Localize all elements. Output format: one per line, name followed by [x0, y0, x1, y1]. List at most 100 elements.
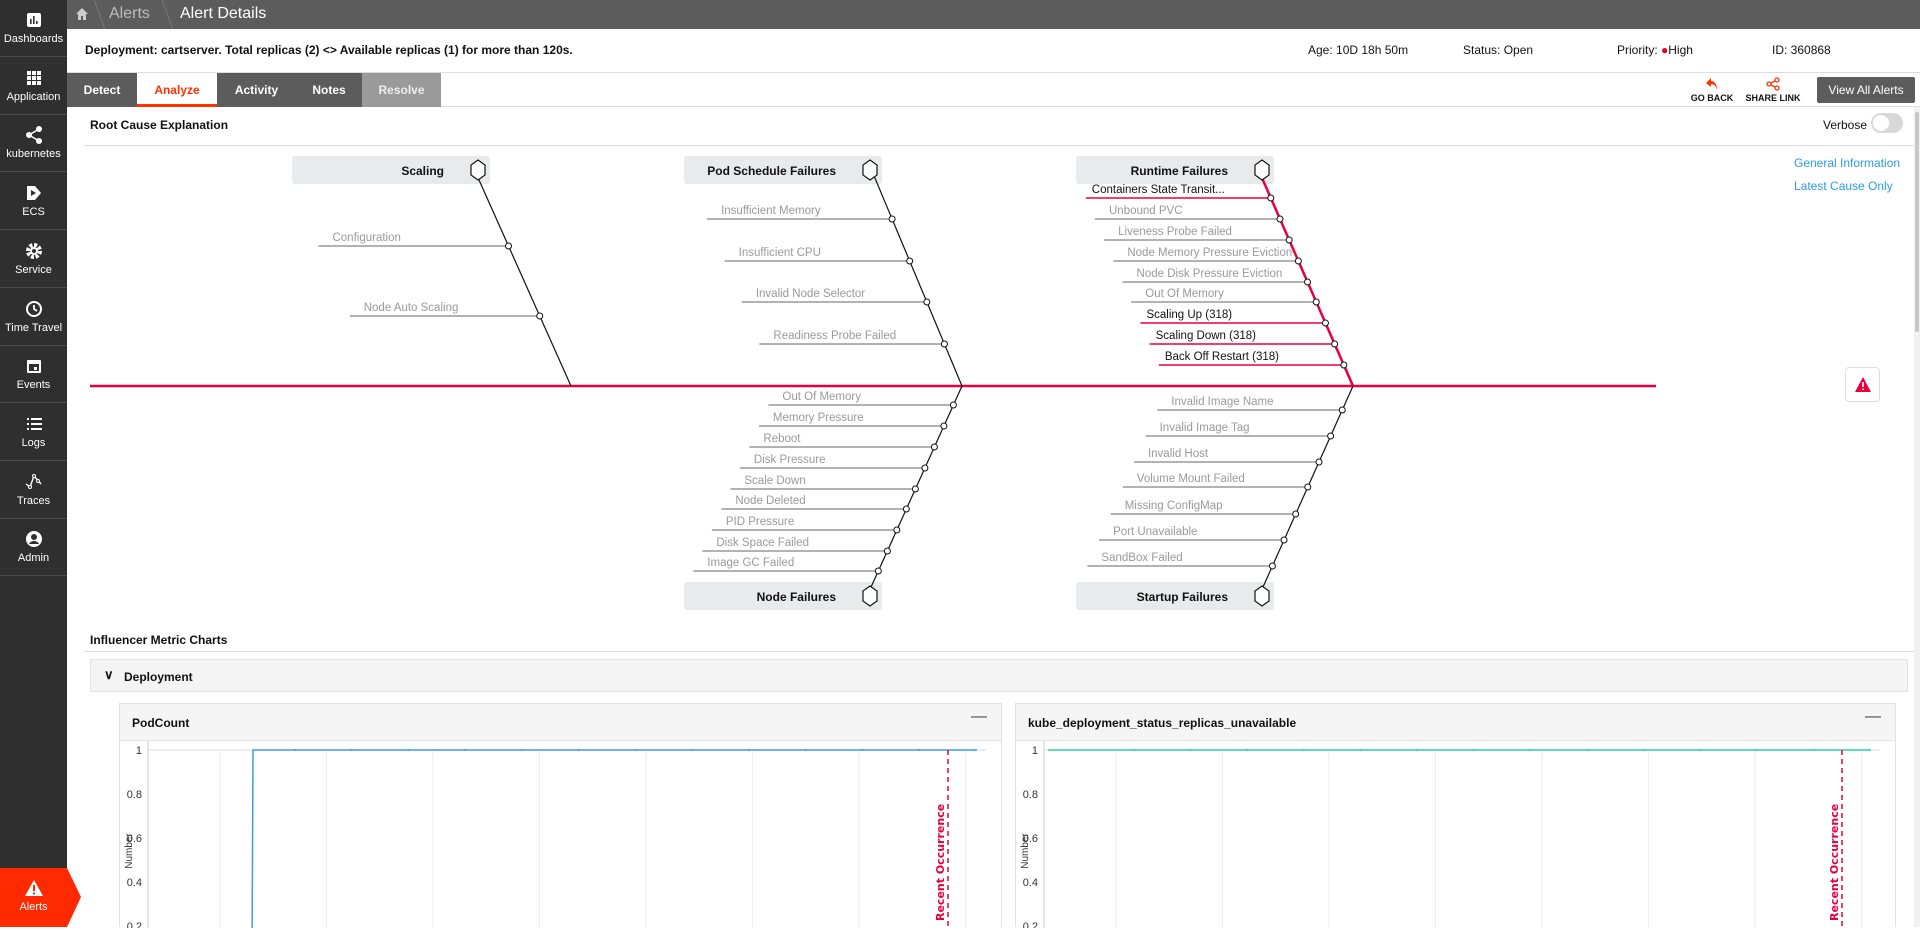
- chart-header: PodCount —: [120, 704, 1001, 741]
- minimize-icon[interactable]: —: [1865, 708, 1881, 726]
- cause-label: Image GC Failed: [707, 557, 794, 569]
- cause-label: Disk Pressure: [754, 454, 826, 466]
- category-bone: [474, 170, 572, 387]
- cause-label: Containers State Transit...: [1092, 184, 1225, 196]
- cause-item[interactable]: Memory Pressure: [758, 412, 948, 430]
- cause-item[interactable]: Invalid Host: [1133, 448, 1323, 466]
- data-point: [1472, 749, 1475, 751]
- cause-label: Out Of Memory: [1145, 288, 1224, 300]
- data-point: [1755, 749, 1758, 751]
- data-point: [1529, 749, 1532, 751]
- cause-node: [902, 505, 910, 513]
- category-title: Scaling: [401, 164, 444, 178]
- cause-label: Scale Down: [744, 475, 805, 487]
- sidebar-item-label: Alerts: [19, 901, 48, 913]
- cause-label: Invalid Image Tag: [1160, 422, 1250, 434]
- cause-node: [1338, 406, 1346, 414]
- cause-item[interactable]: Liveness Probe Failed: [1104, 226, 1293, 244]
- y-tick-label: 0.4: [1023, 877, 1038, 889]
- cause-item[interactable]: Invalid Node Selector: [741, 288, 931, 306]
- cause-item[interactable]: Disk Space Failed: [702, 537, 891, 555]
- warning-icon: [24, 880, 43, 896]
- divider: [84, 651, 1914, 652]
- y-tick-label: 0.4: [127, 877, 142, 889]
- cause-item[interactable]: Node Auto Scaling: [349, 302, 544, 320]
- cause-item[interactable]: Node Deleted: [721, 495, 910, 513]
- category-startup: Startup Failures Invalid Image Name Invali…: [1076, 385, 1354, 610]
- cause-label: Port Unavailable: [1113, 526, 1197, 538]
- cause-item[interactable]: Invalid Image Name: [1157, 396, 1346, 414]
- y-axis-label: Number: [124, 833, 135, 869]
- cause-item[interactable]: Configuration: [318, 232, 512, 250]
- cause-item[interactable]: Disk Pressure: [739, 454, 929, 472]
- data-point: [1416, 749, 1419, 751]
- data-point: [634, 749, 637, 751]
- minimize-icon[interactable]: —: [971, 708, 987, 726]
- category-pod-schedule: Pod Schedule Failures Insufficient Memory…: [684, 156, 963, 387]
- cause-item[interactable]: Insufficient CPU: [724, 247, 914, 265]
- cause-node: [1340, 361, 1348, 369]
- cause-item[interactable]: Scale Down: [730, 475, 919, 493]
- cause-label: Missing ConfigMap: [1125, 500, 1223, 512]
- cause-node: [1304, 483, 1312, 491]
- chart-title: kube_deployment_status_replicas_unavaila…: [1028, 716, 1297, 730]
- y-tick-label: 0.8: [1023, 789, 1038, 801]
- data-point: [577, 749, 580, 751]
- cause-item[interactable]: Volume Mount Failed: [1122, 473, 1312, 491]
- hexagon-icon[interactable]: [862, 159, 878, 181]
- data-point: [1189, 749, 1192, 751]
- cause-item[interactable]: Scaling Up (318): [1140, 309, 1329, 327]
- hexagon-icon[interactable]: [1254, 585, 1270, 607]
- cause-node: [1292, 510, 1300, 518]
- cause-item[interactable]: Out Of Memory: [768, 391, 957, 409]
- data-point: [1869, 749, 1871, 751]
- chart-title: PodCount: [132, 716, 190, 730]
- cause-item[interactable]: Image GC Failed: [693, 557, 882, 575]
- cause-item[interactable]: PID Pressure: [711, 516, 901, 534]
- cause-label: Node Memory Pressure Eviction: [1127, 247, 1292, 259]
- cause-item[interactable]: Containers State Transit...: [1085, 184, 1275, 202]
- cause-item[interactable]: Missing ConfigMap: [1110, 500, 1300, 518]
- cause-item[interactable]: Unbound PVC: [1094, 205, 1284, 223]
- data-point: [1302, 749, 1305, 751]
- cause-item[interactable]: SandBox Failed: [1087, 552, 1276, 570]
- data-point: [1585, 749, 1588, 751]
- cause-item[interactable]: Port Unavailable: [1099, 526, 1288, 544]
- cause-item[interactable]: Node Memory Pressure Eviction: [1113, 247, 1302, 265]
- hexagon-icon[interactable]: [470, 159, 486, 181]
- sidebar-item-alerts[interactable]: Alerts: [0, 868, 81, 927]
- data-point: [1699, 749, 1702, 751]
- cause-label: Insufficient CPU: [739, 247, 821, 259]
- cause-item[interactable]: Reboot: [749, 433, 938, 451]
- series-line: [251, 749, 976, 933]
- scrollbar[interactable]: [1914, 107, 1920, 927]
- data-point: [293, 749, 296, 751]
- chevron-down-icon: ∨: [104, 667, 114, 682]
- y-axis-label: Number: [1020, 833, 1031, 869]
- scrollbar-thumb[interactable]: [1915, 112, 1919, 332]
- cause-node: [906, 257, 914, 265]
- data-point: [407, 749, 410, 751]
- hexagon-icon[interactable]: [862, 585, 878, 607]
- replicas-unavailable-chart: 10.80.60.40.2Number Recent Occurrence: [1020, 741, 1880, 933]
- cause-item[interactable]: Insufficient Memory: [707, 205, 896, 223]
- cause-item[interactable]: Readiness Probe Failed: [759, 330, 948, 348]
- cause-item[interactable]: Node Disk Pressure Eviction: [1122, 268, 1312, 286]
- deployment-group-header[interactable]: ∨ Deployment: [90, 659, 1908, 692]
- data-point: [1246, 749, 1249, 751]
- hexagon-icon[interactable]: [1254, 159, 1270, 181]
- cause-item[interactable]: Out Of Memory: [1131, 288, 1320, 306]
- cause-item[interactable]: Back Off Restart (318): [1158, 351, 1348, 369]
- cause-item[interactable]: Invalid Image Tag: [1145, 422, 1335, 440]
- deployment-group-label: Deployment: [124, 670, 193, 684]
- cause-label: Configuration: [332, 232, 400, 244]
- cause-item[interactable]: Scaling Down (318): [1149, 330, 1339, 348]
- cause-node: [921, 464, 929, 472]
- data-point: [1359, 749, 1362, 751]
- cause-label: Node Auto Scaling: [364, 302, 459, 314]
- cause-node: [1331, 340, 1339, 348]
- cause-node: [940, 340, 948, 348]
- cause-label: Insufficient Memory: [721, 205, 821, 217]
- data-point: [1642, 749, 1645, 751]
- cause-node: [1327, 432, 1335, 440]
